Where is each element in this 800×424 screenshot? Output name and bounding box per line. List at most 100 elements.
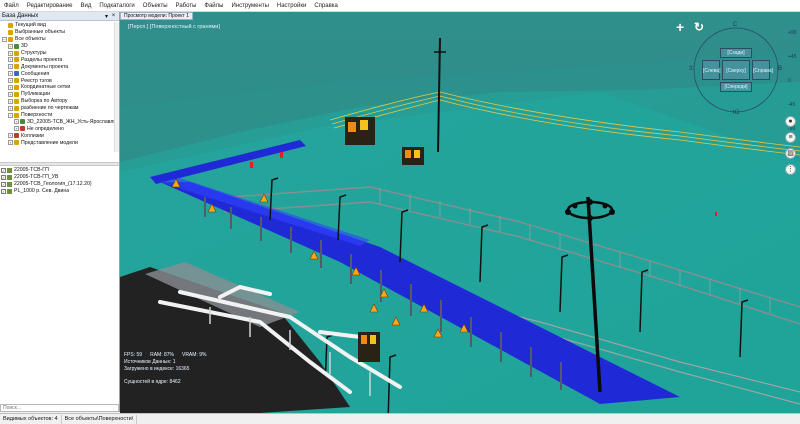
panel-title: База Данных [2,13,39,19]
tree-item[interactable]: +3D [0,43,119,50]
view-cube[interactable]: С Ю З В [Сзади] [Слева] [Сверху] [Справа… [686,18,786,118]
panel-close-icon[interactable]: × [110,13,117,19]
menu-item[interactable]: Файл [0,0,23,12]
tree-item-label: Выбранные объекты [15,29,65,36]
expand-icon[interactable]: + [8,43,13,49]
folder-icon [14,57,19,63]
expand-icon[interactable]: + [8,78,13,84]
ram-readout: RAM: 87% [150,352,174,358]
menu-item[interactable]: Справка [310,0,342,12]
tree-item[interactable]: + Публикации [0,91,119,98]
view-mode-caption[interactable]: [Персп.] [Поверхностный с гранями] [128,24,220,30]
viewcube-back[interactable]: [Сзади] [720,48,752,58]
menu-item[interactable]: Работы [172,0,201,12]
viewcube-right[interactable]: [Справа] [752,60,773,80]
zoom-plus-icon[interactable]: + [676,20,684,34]
layer-checkbox[interactable]: ✓ [1,181,6,187]
expand-icon[interactable]: + [8,105,13,111]
expand-icon[interactable]: + [8,50,13,56]
tree-scrollbar[interactable] [114,22,119,152]
expand-icon[interactable]: + [8,57,13,63]
folder-icon [14,91,19,97]
expand-icon[interactable]: + [8,91,13,97]
folder-icon [14,43,19,49]
tree-item[interactable]: − Поверхности [0,112,119,119]
menu-item[interactable]: Настройки [273,0,310,12]
tree-item[interactable]: Текущий вид [0,22,119,29]
menu-item[interactable]: Инструменты [227,0,272,12]
layer-item[interactable]: ✓ 22005-ТСВ_Геология_(17.12.20) [0,181,119,188]
folder-icon [14,50,19,56]
more-icon[interactable]: ⋮ [785,164,796,175]
tree-item[interactable]: + Разделы проекта [0,56,119,63]
tree-item[interactable]: +3D_22005-ТСВ_ЖН_Усть-Ярославль... [0,118,119,125]
pitch-tick-label: +45 [788,54,797,60]
layer-item[interactable]: ✓ PL_1000 р. Сев. Двина [0,188,119,195]
tree-item[interactable]: + Сообщения [0,70,119,77]
tree-item-label: Поверхности [21,112,53,119]
viewport-tab[interactable]: Просмотр модели: Проект 1 [120,12,193,20]
tree-item[interactable]: + Коллизии [0,132,119,139]
tree-item[interactable]: + Выборка по Автору [0,98,119,105]
vram-readout: VRAM: 9% [181,352,207,358]
expand-icon[interactable]: + [8,98,13,104]
tree-item[interactable]: + Реестр тэгов [0,77,119,84]
model-viewport[interactable]: Просмотр модели: Проект 1 [Персп.] [Пове… [120,12,800,413]
pitch-tick-label: -45 [788,102,796,108]
layer-checkbox[interactable]: ✓ [1,188,6,194]
layer-checkbox[interactable]: ✓ [1,167,6,173]
tree-item[interactable]: − Все объекты [0,36,119,43]
layer-label: PL_1000 р. Сев. Двина [14,188,70,195]
compass-west[interactable]: З [689,66,693,72]
tree-item[interactable]: Выбранные объекты [0,29,119,36]
pin-icon[interactable]: ● [785,116,796,127]
tree-item[interactable]: + разбиение по чертежам [0,105,119,112]
menu-item[interactable]: Подкаталоги [95,0,138,12]
expand-icon[interactable]: + [14,126,19,132]
layer-item[interactable]: ✓ 22005-ТСВ-ГП_УВ [0,174,119,181]
entities-readout: Сущностей в ядре: 8462 [124,379,181,385]
layer-checkbox[interactable]: ✓ [1,174,6,180]
surface-icon [7,167,12,173]
viewcube-left[interactable]: [Слева] [702,60,720,80]
fps-readout: FPS: 59 [124,352,143,358]
expand-icon[interactable]: + [8,71,13,77]
menu-item[interactable]: Файлы [200,0,227,12]
menu-item[interactable]: Редактирование [23,0,77,12]
collapse-icon[interactable]: − [8,112,13,118]
menu-bar: Файл Редактирование Вид Подкаталоги Объекты Р… [0,0,800,12]
tree-item[interactable]: + Координатные сетки [0,84,119,91]
tree-item[interactable]: + Структуры [0,50,119,57]
folder-icon [20,126,25,132]
tree-item[interactable]: + Не определено [0,125,119,132]
panel-splitter[interactable] [0,162,119,166]
visible-objects-count: Видимых объектов: 4 [0,414,62,424]
compass-south[interactable]: Ю [733,110,739,116]
expand-icon[interactable]: + [8,140,13,146]
folder-icon [14,64,19,70]
active-filter-path: Все объекты\Поверхности\ [62,414,138,424]
tree-item-label: разбиение по чертежам [21,105,79,112]
expand-icon[interactable]: + [8,133,13,139]
viewcube-top[interactable]: [Сверху] [722,60,750,80]
layer-item[interactable]: ✓ 22005-ТСВ-ГП [0,167,119,174]
search-input[interactable] [0,404,119,412]
viewcube-front[interactable]: [Спереди] [720,82,752,92]
compass-east[interactable]: В [778,66,782,72]
hatch-icon[interactable]: ▨ [785,148,796,159]
tree-item[interactable]: + Документы проекта [0,63,119,70]
panel-pin-icon[interactable]: ▾ [103,13,110,20]
surface-icon [7,188,12,194]
tree-item[interactable]: + Представление модели [0,139,119,146]
folder-icon [8,22,13,28]
menu-item[interactable]: Вид [76,0,95,12]
folder-icon [14,84,19,90]
menu-item[interactable]: Объекты [139,0,172,12]
expand-icon[interactable]: + [8,64,13,70]
layers-icon[interactable]: ≡ [785,132,796,143]
expand-icon[interactable]: + [8,84,13,90]
tree-item-label: Представление модели [21,139,78,146]
compass-north[interactable]: С [733,22,737,28]
collapse-icon[interactable]: − [2,36,7,42]
expand-icon[interactable]: + [14,119,19,125]
